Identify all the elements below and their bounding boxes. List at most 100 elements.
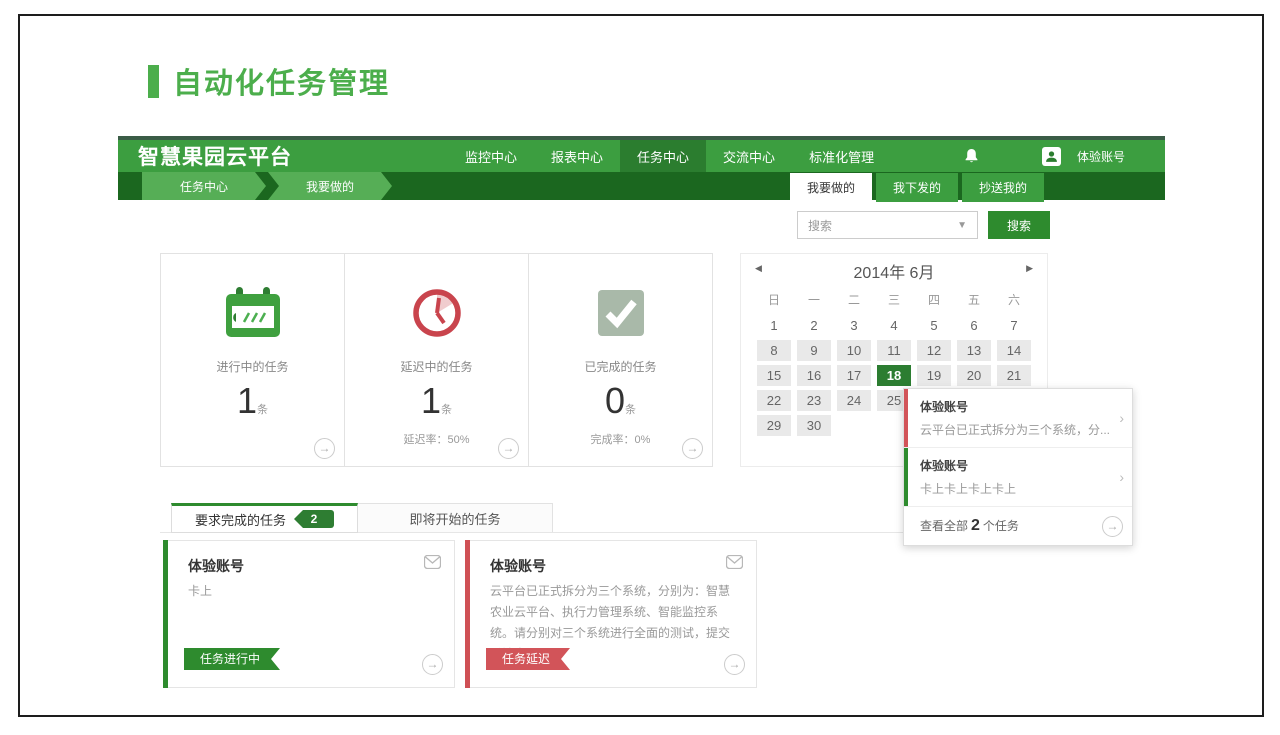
- task-go-arrow-icon[interactable]: →: [724, 654, 745, 675]
- calendar-day[interactable]: 29: [757, 415, 791, 436]
- stat-label: 延迟中的任务: [400, 358, 472, 375]
- stat-value: 1条: [421, 381, 452, 421]
- search-select[interactable]: 搜索 ▼: [797, 211, 978, 239]
- calendar-prev-icon[interactable]: ◀: [755, 263, 762, 274]
- calendar-day: [837, 415, 871, 436]
- breadcrumb-item-my-todo[interactable]: 我要做的: [268, 172, 392, 200]
- calendar-day[interactable]: 13: [957, 340, 991, 361]
- nav-item-task[interactable]: 任务中心: [620, 140, 706, 172]
- task-status-strip-green: [904, 448, 908, 506]
- task-card-delayed[interactable]: 体验账号 云平台已正式拆分为三个系统，分别为：智慧农业云平台、执行力管理系统、智…: [465, 540, 757, 688]
- calendar-title: 2014年 6月: [854, 259, 935, 283]
- task-status-strip-red: [465, 540, 470, 688]
- tab-cc-to-me[interactable]: 抄送我的: [962, 173, 1044, 202]
- tab-my-todo[interactable]: 我要做的: [790, 173, 872, 202]
- popup-task-desc: 云平台已正式拆分为三个系统，分......: [920, 421, 1110, 438]
- calendar-day-header: 三: [877, 290, 911, 311]
- popup-task-title: 体验账号: [920, 398, 1110, 415]
- navbar-right: 体验账号: [964, 140, 1165, 172]
- screenshot-canvas: 自动化任务管理 智慧果园云平台 监控中心 报表中心 任务中心 交流中心 标准化管…: [0, 0, 1280, 735]
- task-tab-label: 要求完成的任务: [195, 510, 286, 529]
- stat-go-arrow-icon[interactable]: →: [682, 438, 703, 459]
- calendar-icon: [225, 282, 281, 344]
- calendar-day[interactable]: 11: [877, 340, 911, 361]
- chevron-right-icon[interactable]: ›: [1119, 410, 1124, 426]
- calendar-day[interactable]: 21: [997, 365, 1031, 386]
- search-select-placeholder: 搜索: [808, 217, 832, 234]
- calendar-day[interactable]: 5: [917, 315, 951, 336]
- search-button[interactable]: 搜索: [988, 211, 1050, 239]
- task-tab-required[interactable]: 要求完成的任务 2: [171, 503, 358, 533]
- calendar-day[interactable]: 23: [797, 390, 831, 411]
- popup-footer-prefix: 查看全部: [920, 519, 968, 533]
- popup-task-item[interactable]: 体验账号 云平台已正式拆分为三个系统，分...... ›: [904, 389, 1132, 448]
- chevron-down-icon: ▼: [957, 220, 967, 231]
- popup-task-title: 体验账号: [920, 457, 1110, 474]
- calendar-day[interactable]: 22: [757, 390, 791, 411]
- calendar-day[interactable]: 10: [837, 340, 871, 361]
- calendar-day[interactable]: 24: [837, 390, 871, 411]
- calendar-day[interactable]: 4: [877, 315, 911, 336]
- calendar-day-header: 六: [997, 290, 1031, 311]
- calendar-day[interactable]: 16: [797, 365, 831, 386]
- nav-item-monitor[interactable]: 监控中心: [448, 140, 534, 172]
- calendar-day[interactable]: 8: [757, 340, 791, 361]
- nav-item-communication[interactable]: 交流中心: [706, 140, 792, 172]
- calendar-day[interactable]: 1: [757, 315, 791, 336]
- calendar-day[interactable]: 17: [837, 365, 871, 386]
- task-card-in-progress[interactable]: 体验账号 卡上 任务进行中 →: [163, 540, 455, 688]
- chevron-right-icon[interactable]: ›: [1119, 469, 1124, 485]
- calendar-day[interactable]: 3: [837, 315, 871, 336]
- calendar-day-header: 一: [797, 290, 831, 311]
- task-status-ribbon: 任务延迟: [486, 648, 570, 670]
- message-icon[interactable]: [726, 555, 743, 574]
- task-go-arrow-icon[interactable]: →: [422, 654, 443, 675]
- tab-assigned-by-me[interactable]: 我下发的: [876, 173, 958, 202]
- page-title-text: 自动化任务管理: [173, 60, 390, 102]
- popup-go-arrow-icon[interactable]: →: [1102, 516, 1123, 537]
- calendar-next-icon[interactable]: ▶: [1026, 263, 1033, 274]
- task-title: 体验账号: [490, 556, 546, 576]
- calendar-day[interactable]: 7: [997, 315, 1031, 336]
- popup-task-count: 2: [971, 517, 980, 534]
- calendar-day[interactable]: 18: [877, 365, 911, 386]
- popup-task-item[interactable]: 体验账号 卡上卡上卡上卡上 ›: [904, 448, 1132, 507]
- calendar-day[interactable]: 15: [757, 365, 791, 386]
- calendar-day[interactable]: 12: [917, 340, 951, 361]
- message-icon[interactable]: [424, 555, 441, 574]
- app-logo[interactable]: 智慧果园云平台: [118, 141, 318, 171]
- nav-item-report[interactable]: 报表中心: [534, 140, 620, 172]
- stat-label: 进行中的任务: [216, 358, 288, 375]
- task-status-strip-green: [163, 540, 168, 688]
- nav-item-standardization[interactable]: 标准化管理: [792, 140, 891, 172]
- stat-subtext: 完成率：0%: [591, 431, 651, 447]
- bell-icon[interactable]: [964, 148, 979, 164]
- calendar-day[interactable]: 19: [917, 365, 951, 386]
- stat-subtext: 延迟率：50%: [403, 431, 469, 447]
- popup-footer-suffix: 个任务: [983, 519, 1019, 533]
- calendar-day[interactable]: 9: [797, 340, 831, 361]
- task-title: 体验账号: [188, 556, 244, 576]
- day-task-popup: 体验账号 云平台已正式拆分为三个系统，分...... › 体验账号 卡上卡上卡上…: [903, 388, 1133, 546]
- stat-go-arrow-icon[interactable]: →: [498, 438, 519, 459]
- check-icon: [597, 282, 645, 344]
- calendar-day-header: 日: [757, 290, 791, 311]
- calendar-day[interactable]: 14: [997, 340, 1031, 361]
- user-name[interactable]: 体验账号: [1077, 148, 1125, 165]
- calendar-header: ◀ 2014年 6月 ▶: [741, 254, 1047, 288]
- calendar-day-header: 二: [837, 290, 871, 311]
- task-desc: 卡上: [188, 581, 432, 602]
- task-tab-upcoming[interactable]: 即将开始的任务: [357, 503, 553, 533]
- user-icon[interactable]: [1042, 147, 1061, 166]
- popup-view-all[interactable]: 查看全部2个任务 →: [904, 507, 1132, 545]
- stat-unit: 条: [441, 404, 452, 416]
- calendar-day[interactable]: 30: [797, 415, 831, 436]
- calendar-day[interactable]: 2: [797, 315, 831, 336]
- task-tab-label: 即将开始的任务: [409, 509, 500, 528]
- calendar-day-header: 五: [957, 290, 991, 311]
- stat-go-arrow-icon[interactable]: →: [314, 438, 335, 459]
- calendar-day[interactable]: 20: [957, 365, 991, 386]
- breadcrumb-item-task-center[interactable]: 任务中心: [142, 172, 266, 200]
- calendar-day[interactable]: 6: [957, 315, 991, 336]
- task-count-badge: 2: [294, 510, 334, 528]
